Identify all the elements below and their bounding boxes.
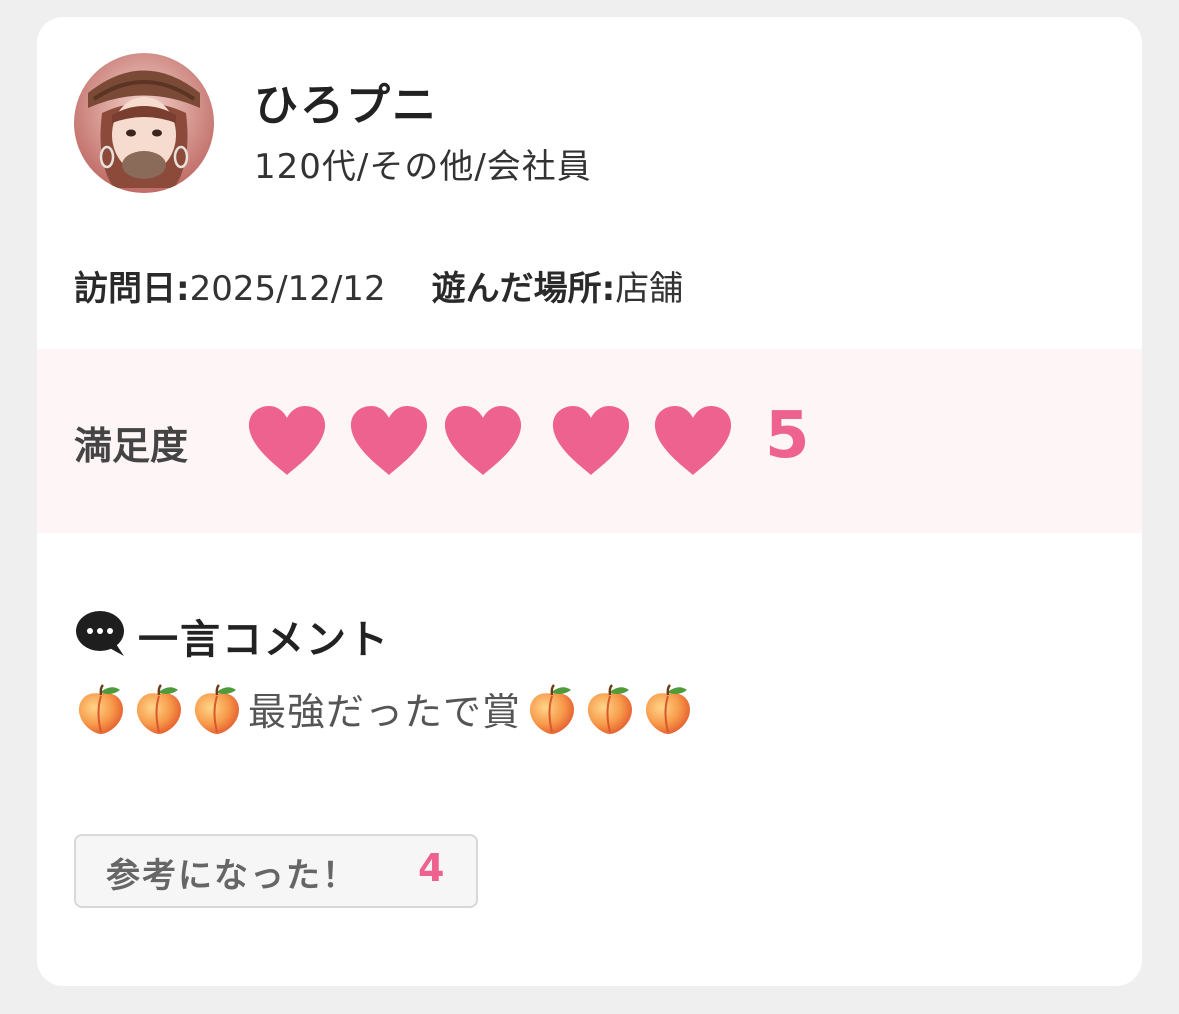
review-card: ひろプニ 120代/その他/会社員 訪問日:2025/12/12 遊んだ場所:店舗… [37, 17, 1142, 986]
heart-icon [349, 405, 429, 477]
visit-date-label: 訪問日: [74, 269, 190, 309]
peach-icon [190, 682, 244, 736]
comment-text: 最強だったで賞 [248, 690, 522, 734]
satisfaction-label: 満足度 [74, 424, 189, 468]
heart-icon [443, 405, 523, 477]
visit-info: 訪問日:2025/12/12 遊んだ場所:店舗 [74, 261, 683, 310]
satisfaction-section: 満足度 5 [37, 349, 1142, 533]
visit-place-label: 遊んだ場所: [431, 269, 616, 309]
visit-place-value: 店舗 [615, 269, 684, 309]
heart-icon [551, 405, 631, 477]
peach-icon [525, 682, 579, 736]
peach-icon [641, 682, 695, 736]
speech-bubble-icon [76, 611, 124, 656]
reviewer-name[interactable]: ひろプニ [254, 69, 438, 133]
reviewer-profile: 120代/その他/会社員 [254, 147, 592, 187]
helpful-button[interactable]: 参考になった！ 4 [74, 834, 478, 908]
peach-icon [583, 682, 637, 736]
peach-icon [74, 682, 128, 736]
helpful-count: 4 [418, 846, 445, 890]
heart-icon [247, 405, 327, 477]
helpful-label: 参考になった！ [106, 856, 358, 896]
heart-icon [653, 405, 733, 477]
comment-title: 一言コメント [138, 617, 390, 663]
satisfaction-score: 5 [765, 399, 810, 473]
visit-date-value: 2025/12/12 [189, 269, 386, 309]
comment-body: 最強だったで賞 [74, 681, 699, 741]
peach-icon [132, 682, 186, 736]
avatar[interactable] [74, 53, 214, 193]
